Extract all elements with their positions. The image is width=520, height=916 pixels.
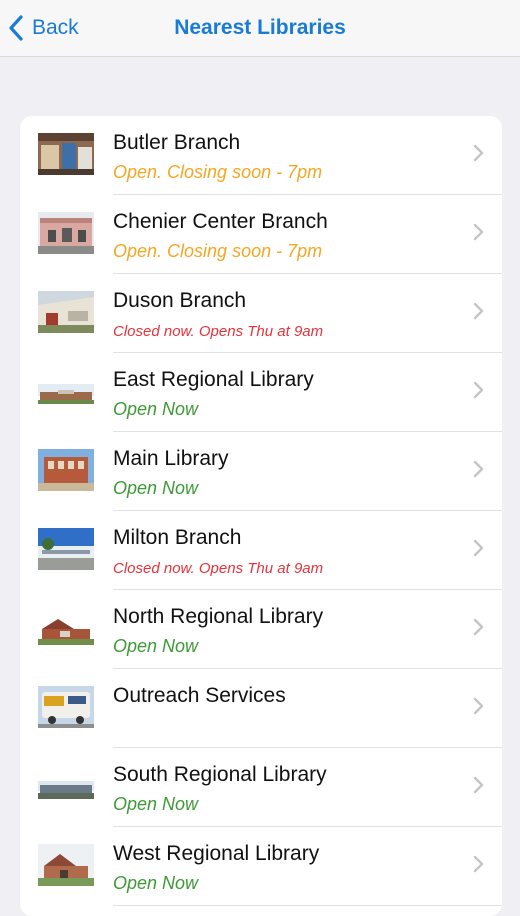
- library-photo: [38, 291, 94, 333]
- navigation-bar: Back Nearest Libraries: [0, 0, 520, 57]
- library-status: Open. Closing soon - 7pm: [113, 241, 323, 261]
- library-photo: [38, 686, 94, 728]
- library-photo: [38, 370, 94, 412]
- library-row-south-regional[interactable]: South Regional Library Open Now: [20, 748, 502, 827]
- library-row-chenier-center[interactable]: Chenier Center Branch Open. Closing soon…: [20, 195, 502, 274]
- chevron-right-icon: [473, 460, 484, 478]
- library-status: Open Now: [113, 636, 199, 656]
- library-status: Open. Closing soon - 7pm: [113, 162, 323, 182]
- library-row-outreach[interactable]: Outreach Services: [20, 669, 502, 748]
- library-photo: [38, 607, 94, 649]
- library-photo: [38, 212, 94, 254]
- library-status: Closed now. Opens Thu at 9am: [113, 560, 324, 577]
- library-row-butler[interactable]: Butler Branch Open. Closing soon - 7pm: [20, 116, 502, 195]
- library-name: Outreach Services: [113, 684, 286, 707]
- library-row-east-regional[interactable]: East Regional Library Open Now: [20, 353, 502, 432]
- chevron-right-icon: [473, 855, 484, 873]
- library-name: West Regional Library: [113, 842, 320, 865]
- library-name: North Regional Library: [113, 605, 324, 628]
- library-photo: [38, 528, 94, 570]
- library-status: Open Now: [113, 794, 199, 814]
- library-name: East Regional Library: [113, 368, 314, 391]
- library-photo: [38, 449, 94, 491]
- chevron-right-icon: [473, 618, 484, 636]
- library-photo: [38, 133, 94, 175]
- library-row-west-regional[interactable]: West Regional Library Open Now: [20, 827, 502, 906]
- back-label: Back: [32, 16, 79, 39]
- library-row-milton[interactable]: Milton Branch Closed now. Opens Thu at 9…: [20, 511, 502, 590]
- library-status: Open Now: [113, 478, 199, 498]
- library-status: Open Now: [113, 399, 199, 419]
- library-row-main[interactable]: Main Library Open Now: [20, 432, 502, 511]
- chevron-right-icon: [473, 144, 484, 162]
- chevron-right-icon: [473, 697, 484, 715]
- library-status: Closed now. Opens Thu at 9am: [113, 323, 324, 340]
- library-name: Butler Branch: [113, 131, 241, 154]
- library-row-duson[interactable]: Duson Branch Closed now. Opens Thu at 9a…: [20, 274, 502, 353]
- chevron-right-icon: [473, 776, 484, 794]
- chevron-left-icon: [9, 15, 23, 41]
- library-photo: [38, 844, 94, 886]
- chevron-right-icon: [473, 381, 484, 399]
- library-status: Open Now: [113, 873, 199, 893]
- library-photo: [38, 765, 94, 807]
- chevron-right-icon: [473, 302, 484, 320]
- library-row-north-regional[interactable]: North Regional Library Open Now: [20, 590, 502, 669]
- library-name: Chenier Center Branch: [113, 210, 328, 233]
- library-list: Butler Branch Open. Closing soon - 7pm C…: [20, 116, 502, 916]
- library-name: Main Library: [113, 447, 229, 470]
- library-name: Milton Branch: [113, 526, 242, 549]
- chevron-right-icon: [473, 539, 484, 557]
- library-name: Duson Branch: [113, 289, 247, 312]
- chevron-right-icon: [473, 223, 484, 241]
- library-name: South Regional Library: [113, 763, 327, 786]
- back-button[interactable]: Back: [8, 10, 79, 46]
